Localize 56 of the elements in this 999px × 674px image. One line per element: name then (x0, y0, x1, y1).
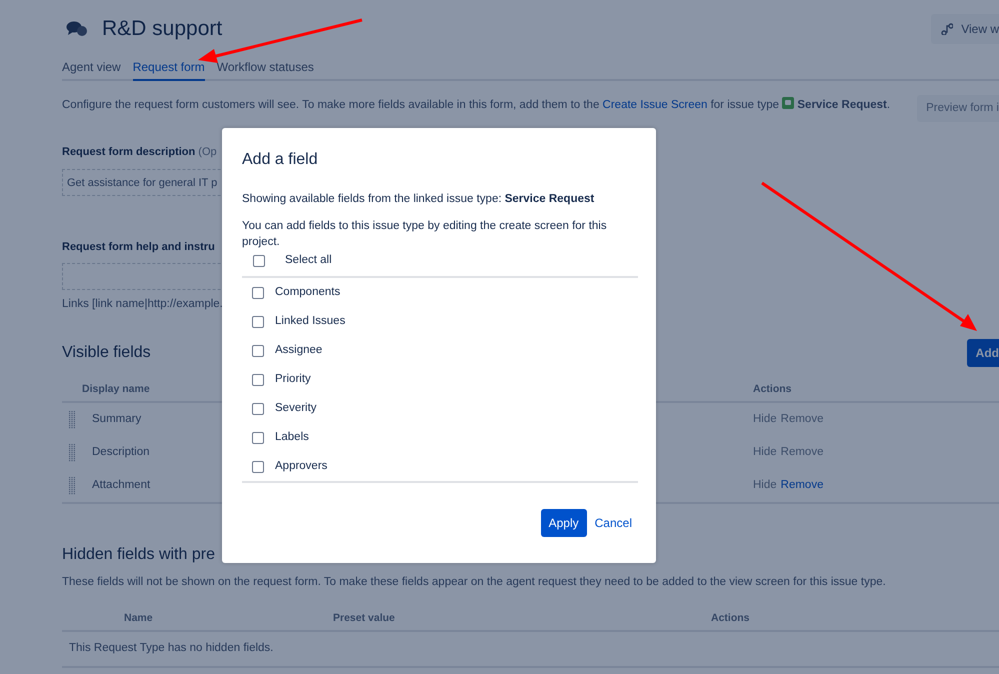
column-header: Actions (711, 612, 750, 624)
field-option[interactable]: Labels (275, 429, 309, 447)
remove-link[interactable]: Remove (780, 411, 824, 428)
create-issue-screen-link[interactable]: Create Issue Screen (602, 99, 708, 111)
dialog-text: Showing available fields from the linked issue type: Service Request (242, 192, 596, 208)
field-label: Request form description (Op (62, 145, 217, 160)
issue-type-icon (782, 97, 794, 109)
checkbox[interactable] (252, 402, 264, 415)
field-name: Summary (92, 412, 142, 428)
column-header: Actions (753, 382, 792, 394)
column-header: Name (124, 612, 153, 624)
apply-button[interactable]: Apply (540, 509, 587, 538)
workflow-icon (941, 23, 954, 35)
dialog-text: You can add fields to this issue type by editing the create screen for this project. (242, 219, 608, 250)
field-option[interactable]: Severity (275, 400, 317, 418)
checkbox[interactable] (252, 286, 264, 299)
checkbox[interactable] (252, 374, 264, 386)
section-heading: Hidden fields with pre (62, 545, 215, 564)
field-label: Request form help and instru (62, 240, 215, 255)
tab[interactable]: Workflow statuses (216, 56, 314, 81)
view-workflow-button[interactable]: View w (931, 14, 999, 44)
hide-link[interactable]: Hide (753, 444, 777, 462)
chat-bubbles-icon (66, 20, 88, 38)
checkbox[interactable] (252, 316, 264, 328)
preview-form-button[interactable]: Preview form i (917, 95, 999, 122)
remove-link[interactable]: Remove (780, 444, 824, 462)
column-header: Preset value (333, 612, 395, 624)
field-option[interactable]: Priority (275, 371, 311, 389)
remove-link[interactable]: Remove (780, 477, 824, 494)
empty-message: This Request Type has no hidden fields. (69, 642, 274, 654)
checkbox[interactable] (252, 344, 264, 357)
field-option[interactable]: Approvers (275, 458, 328, 476)
tab[interactable]: Agent view (62, 56, 121, 81)
checkbox[interactable] (252, 460, 264, 473)
hide-link[interactable]: Hide (753, 411, 777, 428)
section-note: These fields will not be shown on the request form. To make these fields appear on the agent request they need to be added to the view screen for this issue type. (62, 575, 887, 590)
field-option[interactable]: Components (275, 284, 340, 302)
drag-handle-icon[interactable] (69, 410, 75, 429)
page-title: R&D support (102, 16, 222, 42)
field-option[interactable]: Linked Issues (275, 313, 346, 331)
cancel-button[interactable]: Cancel (588, 513, 638, 534)
form-intro-text: Configure the request form customers will see. To make more fields available in this form, add them to the Create Issue Screen for issue type Service Request. (62, 97, 892, 113)
drag-handle-icon[interactable] (69, 476, 75, 495)
section-heading: Visible fields (62, 342, 151, 362)
field-name: Description (92, 445, 150, 460)
field-name: Attachment (92, 478, 150, 494)
add-field-button[interactable]: Add (966, 338, 999, 366)
checkbox[interactable] (253, 254, 265, 267)
drag-handle-icon[interactable] (69, 444, 75, 462)
help-note: Links [link name|http://example. (62, 297, 224, 312)
dialog-title: Add a field (242, 150, 319, 170)
field-option[interactable]: Assignee (275, 342, 322, 360)
column-header: Display name (82, 382, 150, 394)
select-all-label[interactable]: Select all (285, 252, 332, 270)
checkbox[interactable] (252, 432, 264, 444)
hide-link[interactable]: Hide (753, 477, 777, 494)
